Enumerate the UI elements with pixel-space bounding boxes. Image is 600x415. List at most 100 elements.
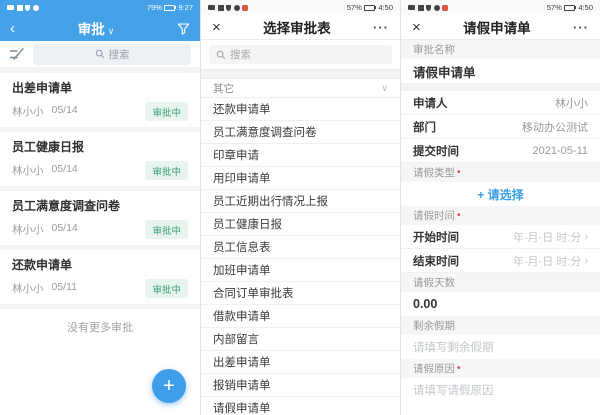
date: 05/14: [51, 104, 78, 116]
required-icon: •: [457, 210, 461, 221]
message-icon: [408, 5, 415, 10]
notification-app-icon: [442, 4, 448, 11]
data-saver-icon: [32, 4, 39, 11]
form-option[interactable]: 加班申请单: [201, 259, 400, 282]
status-bar: 57% 4:50: [401, 0, 600, 15]
status-icons: [408, 4, 448, 11]
applicant: 林小小: [12, 224, 44, 236]
applicant: 林小小: [12, 283, 44, 295]
date: 05/14: [51, 163, 78, 175]
group-header-other[interactable]: 其它 ∨: [201, 79, 400, 98]
required-icon: •: [457, 363, 461, 374]
no-more-text: 没有更多审批: [67, 322, 133, 334]
applicant: 林小小: [12, 106, 44, 118]
form-option[interactable]: 印章申请: [201, 144, 400, 167]
form-option[interactable]: 请假申请单: [201, 397, 400, 415]
approval-item[interactable]: 员工健康日报 林小小 05/14 审批中: [0, 132, 200, 191]
remaining-leave-input[interactable]: 请填写剩余假期: [401, 335, 600, 359]
form-option[interactable]: 借款申请单: [201, 305, 400, 328]
nav-bar: × 请假申请单 ···: [401, 15, 600, 40]
datetime-placeholder: 年-月-日 时:分: [512, 231, 582, 244]
approval-title: 还款申请单: [12, 258, 73, 272]
search-row: 搜索: [201, 40, 400, 69]
page-title: 审批: [77, 22, 105, 37]
approval-title: 员工健康日报: [12, 140, 85, 154]
approval-item[interactable]: 出差申请单 林小小 05/14 审批中: [0, 73, 200, 132]
status-badge: 审批中: [145, 161, 188, 180]
form-option[interactable]: 出差申请单: [201, 351, 400, 374]
status-badge: 审批中: [145, 220, 188, 239]
signal-icon: [217, 4, 224, 11]
section-leave-days: 请假天数: [401, 273, 600, 292]
search-input[interactable]: 搜索: [33, 43, 191, 65]
screen-form-picker: 57% 4:50 × 选择审批表 ··· 搜索 其它 ∨ 还款申请单 员工满意度…: [200, 0, 400, 415]
leave-reason-input[interactable]: 请填写请假原因: [401, 378, 600, 402]
battery-percent: 57%: [546, 3, 562, 12]
field-label: 结束时间: [413, 255, 459, 268]
applicant: 林小小: [12, 165, 44, 177]
approval-item[interactable]: 还款申请单 林小小 05/11 审批中: [0, 250, 200, 309]
group-label: 其它: [213, 82, 234, 95]
form-option[interactable]: 合同订单审批表: [201, 282, 400, 305]
status-bar: 57% 4:50: [201, 0, 400, 15]
datetime-placeholder: 年-月-日 时:分: [512, 255, 582, 268]
field-label: 部门: [413, 121, 436, 134]
battery-percent: 79%: [146, 3, 162, 12]
approval-title: 出差申请单: [12, 81, 73, 95]
form-option[interactable]: 员工近期出行情况上报: [201, 190, 400, 213]
form-option[interactable]: 内部留言: [201, 328, 400, 351]
status-icons: [7, 4, 39, 11]
chevron-down-icon: ∨: [107, 26, 115, 36]
data-saver-icon: [233, 4, 240, 11]
form-option[interactable]: 用印申请单: [201, 167, 400, 190]
compose-list-icon[interactable]: [9, 47, 25, 61]
field-label: 申请人: [413, 97, 448, 110]
field-start-time[interactable]: 开始时间 年-月-日 时:分 ›: [401, 225, 600, 249]
search-icon: [95, 49, 104, 59]
page-title-dropdown[interactable]: 审批 ∨: [15, 18, 177, 38]
data-saver-icon: [433, 4, 440, 11]
form-option[interactable]: 还款申请单: [201, 98, 400, 121]
filter-icon[interactable]: [177, 22, 190, 35]
form-option[interactable]: 报销申请单: [201, 374, 400, 397]
page-title: 选择审批表: [263, 21, 331, 36]
nav-bar: ‹ 审批 ∨: [0, 15, 200, 41]
divider-band: [401, 83, 600, 91]
battery-percent: 57%: [346, 3, 362, 12]
battery-icon: [363, 4, 377, 11]
search-placeholder: 搜索: [108, 48, 130, 61]
date: 05/11: [51, 281, 78, 293]
more-icon[interactable]: ···: [373, 20, 389, 35]
status-icons: [208, 4, 248, 11]
battery-icon: [163, 4, 177, 11]
close-icon[interactable]: ×: [212, 20, 221, 35]
status-badge: 审批中: [145, 279, 188, 298]
field-applicant: 申请人 林小小: [401, 91, 600, 115]
search-input[interactable]: 搜索: [209, 45, 392, 64]
page-title: 请假申请单: [463, 21, 531, 36]
plus-icon: +: [163, 374, 175, 397]
field-end-time[interactable]: 结束时间 年-月-日 时:分 ›: [401, 249, 600, 273]
more-icon[interactable]: ···: [573, 20, 589, 35]
add-approval-fab[interactable]: +: [152, 369, 186, 403]
section-label: 请假类型: [413, 167, 455, 179]
search-icon: [216, 50, 226, 59]
form-option[interactable]: 员工满意度调查问卷: [201, 121, 400, 144]
close-icon[interactable]: ×: [412, 20, 421, 35]
field-value: 2021-05-11: [532, 144, 588, 157]
section-leave-reason: 请假原因 •: [401, 359, 600, 378]
form-option[interactable]: 员工信息表: [201, 236, 400, 259]
approval-item[interactable]: 员工满意度调查问卷 林小小 05/14 审批中: [0, 191, 200, 250]
signal-icon: [417, 4, 424, 11]
choose-leave-type-button[interactable]: + 请选择: [401, 182, 600, 206]
section-label: 请假原因: [413, 363, 455, 375]
status-bar: 79% 9:27: [0, 0, 200, 15]
form-option[interactable]: 员工健康日报: [201, 213, 400, 236]
approval-name-value: 请假申请单: [401, 59, 600, 83]
field-value: 移动办公测试: [522, 121, 588, 134]
clock-text: 4:50: [378, 3, 393, 12]
field-label: 开始时间: [413, 231, 459, 244]
section-leave-time: 请假时间 •: [401, 206, 600, 225]
section-label: 请假天数: [413, 277, 455, 289]
approval-title: 员工满意度调查问卷: [12, 199, 121, 213]
